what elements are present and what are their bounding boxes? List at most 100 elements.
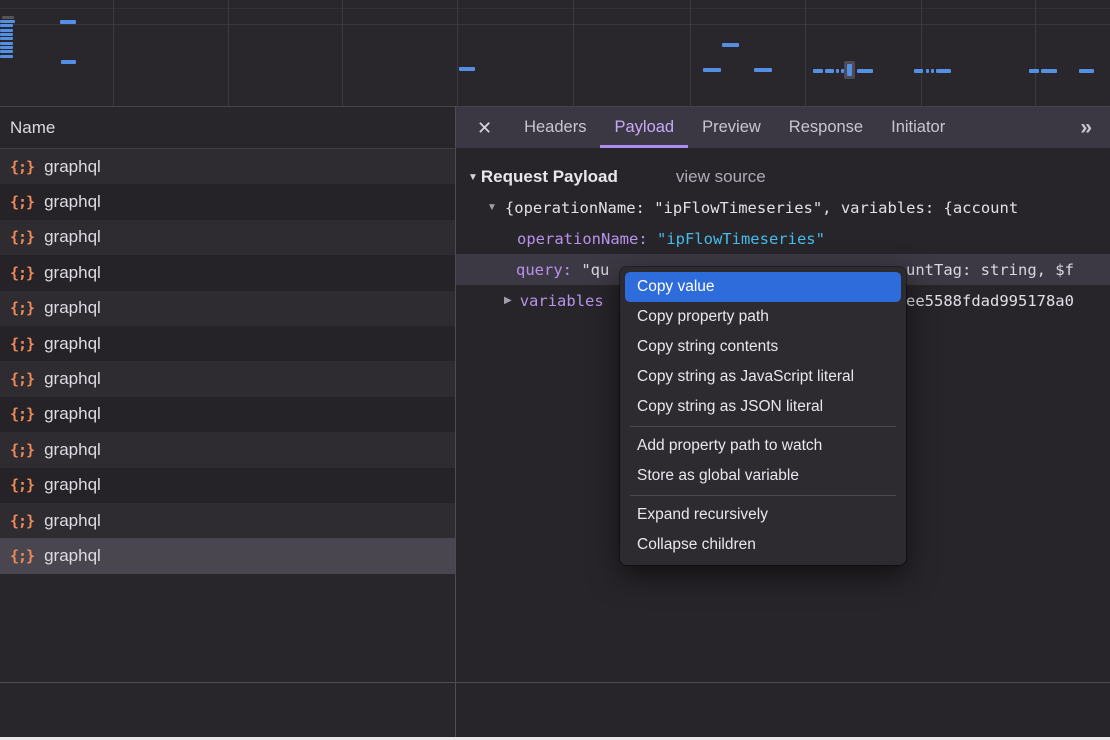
request-row-graphql[interactable]: {;}graphql — [0, 291, 455, 326]
request-name-label: graphql — [44, 546, 101, 566]
json-braces-icon: {;} — [10, 512, 34, 530]
waterfall-request-bar[interactable] — [0, 42, 13, 45]
payload-summary-text: {operationName: "ipFlowTimeseries", vari… — [505, 199, 1018, 217]
overview-gridline — [457, 0, 458, 106]
waterfall-request-bar[interactable] — [0, 37, 13, 40]
tree-collapsed-triangle-icon[interactable]: ▶ — [504, 295, 512, 306]
overview-gridline — [690, 0, 691, 106]
waterfall-request-bar[interactable] — [1029, 69, 1039, 73]
waterfall-request-bar[interactable] — [0, 50, 13, 53]
overview-gridline — [573, 0, 574, 106]
request-name-label: graphql — [44, 334, 101, 354]
overview-gridline — [228, 0, 229, 106]
waterfall-request-bar[interactable] — [1079, 69, 1094, 73]
request-row-graphql[interactable]: {;} graphql — [0, 149, 455, 184]
waterfall-request-bar[interactable] — [836, 69, 839, 73]
menu-separator — [630, 426, 896, 427]
waterfall-request-bar[interactable] — [936, 69, 951, 73]
menu-separator — [630, 495, 896, 496]
waterfall-request-bar[interactable] — [0, 29, 13, 32]
json-braces-icon: {;} — [10, 335, 34, 353]
request-row-graphql[interactable]: {;} graphql — [0, 538, 455, 573]
tab-preview[interactable]: Preview — [688, 107, 775, 148]
waterfall-request-bar[interactable] — [825, 69, 834, 73]
payload-row-operation-name[interactable]: operationName: "ipFlowTimeseries" — [456, 223, 1110, 254]
requests-panel: Name {;} graphql {;} graphql {;} graphql {;} gr… — [0, 107, 455, 740]
request-row-graphql[interactable]: {;} graphql — [0, 503, 455, 538]
menu-item-expand-recursively[interactable]: Expand recursively — [625, 500, 901, 530]
column-header-name[interactable]: Name — [0, 107, 455, 149]
json-braces-icon: {;} — [10, 370, 34, 388]
request-row-graphql[interactable]: {;} graphql — [0, 255, 455, 290]
waterfall-request-bar[interactable] — [459, 67, 475, 71]
json-braces-icon: {;} — [10, 228, 34, 246]
request-name-label: graphql — [44, 157, 101, 177]
property-value-left-fragment: "qu — [581, 261, 609, 279]
menu-item-store-as-global-variable[interactable]: Store as global variable — [625, 461, 901, 491]
request-row-graphql[interactable]: {;}graphql — [0, 220, 455, 255]
overview-gridline — [342, 0, 343, 106]
request-row-graphql[interactable]: {;}graphql — [0, 397, 455, 432]
request-name-label: graphql — [44, 511, 101, 531]
overview-row-gridline — [0, 24, 1110, 25]
request-payload-section-header: ▼ Request Payload view source — [456, 162, 1110, 192]
more-tabs-icon[interactable]: » — [1080, 107, 1090, 148]
request-row-graphql[interactable]: {;} graphql — [0, 361, 455, 396]
tab-headers[interactable]: Headers — [510, 107, 600, 148]
json-braces-icon: {;} — [10, 264, 34, 282]
json-braces-icon: {;} — [10, 193, 34, 211]
request-row-graphql[interactable]: {;} graphql — [0, 184, 455, 219]
context-menu: Copy valueCopy property pathCopy string … — [620, 267, 906, 565]
waterfall-request-bar[interactable] — [0, 33, 13, 36]
waterfall-request-bar[interactable] — [813, 69, 823, 73]
request-row-graphql[interactable]: {;}graphql — [0, 432, 455, 467]
request-name-label: graphql — [44, 404, 101, 424]
close-icon[interactable]: ✕ — [477, 119, 492, 137]
menu-item-add-property-path-to-watch[interactable]: Add property path to watch — [625, 431, 901, 461]
menu-item-collapse-children[interactable]: Collapse children — [625, 530, 901, 560]
tab-initiator[interactable]: Initiator — [877, 107, 959, 148]
request-name-label: graphql — [44, 369, 101, 389]
waterfall-request-bar[interactable] — [0, 24, 13, 27]
waterfall-request-bar[interactable] — [0, 20, 15, 23]
waterfall-request-bar[interactable] — [2, 16, 14, 19]
waterfall-request-bar[interactable] — [857, 69, 873, 73]
json-braces-icon: {;} — [10, 476, 34, 494]
waterfall-request-bar[interactable] — [754, 68, 772, 72]
menu-item-copy-property-path[interactable]: Copy property path — [625, 302, 901, 332]
json-braces-icon: {;} — [10, 547, 34, 565]
panel-split-divider[interactable] — [455, 106, 456, 740]
waterfall-request-bar[interactable] — [926, 69, 929, 73]
waterfall-request-bar[interactable] — [61, 60, 76, 64]
waterfall-request-bar[interactable] — [0, 46, 13, 49]
column-header-name-label: Name — [10, 118, 55, 138]
section-collapse-triangle-icon[interactable]: ▼ — [468, 172, 478, 183]
menu-item-copy-value[interactable]: Copy value — [625, 272, 901, 302]
request-row-graphql[interactable]: {;} graphql — [0, 326, 455, 361]
network-overview-waterfall[interactable] — [0, 0, 1110, 107]
tab-payload[interactable]: Payload — [600, 107, 688, 148]
json-braces-icon: {;} — [10, 158, 34, 176]
property-value-right-fragment: ee5588fdad995178a0 — [906, 285, 1074, 316]
waterfall-request-bar[interactable] — [0, 55, 13, 58]
request-name-label: graphql — [44, 192, 101, 212]
overview-gridline — [921, 0, 922, 106]
menu-item-copy-string-as-json-literal[interactable]: Copy string as JSON literal — [625, 392, 901, 422]
request-row-graphql[interactable]: {;}graphql — [0, 468, 455, 503]
overview-gridline — [805, 0, 806, 106]
request-name-label: graphql — [44, 263, 101, 283]
waterfall-request-bar[interactable] — [914, 69, 923, 73]
waterfall-request-bar[interactable] — [703, 68, 721, 72]
overview-gridline — [113, 0, 114, 106]
waterfall-request-bar[interactable] — [60, 20, 76, 24]
view-source-link[interactable]: view source — [676, 167, 766, 187]
tree-expanded-triangle-icon[interactable]: ▼ — [487, 202, 497, 213]
waterfall-request-bar[interactable] — [1041, 69, 1057, 73]
tab-response[interactable]: Response — [775, 107, 877, 148]
menu-item-copy-string-contents[interactable]: Copy string contents — [625, 332, 901, 362]
waterfall-request-bar[interactable] — [931, 69, 934, 73]
overview-top-gridline — [0, 8, 1110, 9]
payload-summary-row[interactable]: ▼ {operationName: "ipFlowTimeseries", va… — [456, 192, 1110, 223]
waterfall-request-bar[interactable] — [722, 43, 739, 47]
menu-item-copy-string-as-javascript-literal[interactable]: Copy string as JavaScript literal — [625, 362, 901, 392]
